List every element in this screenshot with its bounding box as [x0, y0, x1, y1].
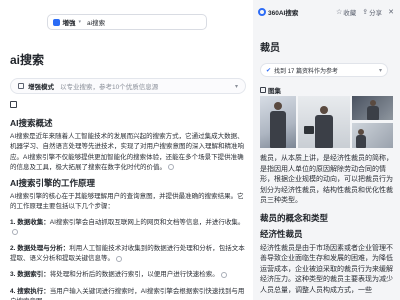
chevron-down-icon[interactable]: ▾: [235, 83, 238, 90]
images-label-text: 图集: [268, 88, 281, 95]
chevron-down-icon[interactable]: ▾: [379, 67, 382, 74]
brand-name: 360AI搜索: [268, 10, 299, 17]
close-button[interactable]: ✕: [388, 8, 395, 16]
search-results-pane: 増強 ▾ ai搜索 ai搜索 增强模式 以专业搜索，参考10个优质信息源 ▾ A…: [0, 0, 253, 300]
list-item: 3. 数据索引：将处理和分析后的数据进行索引，以便用户进行快速检索。: [10, 270, 246, 280]
panel-title: 裁员: [260, 43, 280, 54]
list-item: 4. 搜索执行：当用户输入关键词进行搜索时，AI搜索引擎会根据索引快速找到与用户…: [10, 287, 246, 300]
figure: [270, 111, 286, 148]
steps-list: 1. 数据收集：AI搜索引擎会自动抓取互联网上的网页和文档等信息，并进行收集。 …: [10, 218, 246, 300]
logo-icon: [258, 8, 266, 16]
collect-button[interactable]: ☆ 收藏: [336, 7, 356, 17]
section-heading: 经济性裁员: [260, 229, 303, 239]
reference-icon[interactable]: [12, 229, 18, 236]
step-text: 将处理和分析后的数据进行索引，以便用户进行快速检索。: [49, 271, 219, 279]
page-title: ai搜索: [10, 53, 45, 67]
gallery-image[interactable]: [352, 123, 393, 148]
figure: [356, 135, 366, 148]
list-item: 2. 数据处理与分析：利用人工智能技术对收集到的数据进行处理和分析，包括文本提取…: [10, 244, 246, 264]
gallery-image[interactable]: [352, 96, 393, 120]
mode-description: 以专业搜索，参考10个优质信息源: [60, 84, 159, 91]
search-input[interactable]: 増強 ▾ ai搜索: [46, 14, 207, 30]
mode-icon: [18, 83, 24, 89]
collect-label: 收藏: [343, 10, 357, 17]
mode-selector[interactable]: 增强模式 以专业搜索，参考10个优质信息源 ▾: [10, 78, 246, 94]
intro-paragraph: 裁员，从本质上讲，是经济性裁员的简称，是指因用人单位的原因解除劳动合同的情形，根…: [260, 155, 393, 204]
paragraph-text: AI搜索是近年来随着人工智能技术的发展而兴起的搜索方式，它通过集成大数据、机器学…: [10, 133, 244, 171]
paragraph: AI搜索是近年来随着人工智能技术的发展而兴起的搜索方式，它通过集成大数据、机器学…: [10, 132, 246, 173]
figure: [315, 115, 333, 148]
step-term: 1. 数据收集：: [10, 218, 50, 226]
step-term: 3. 数据索引：: [10, 271, 50, 279]
share-label: 分享: [369, 10, 383, 17]
reference-icon[interactable]: [116, 255, 122, 262]
mode-name: 增强模式: [28, 84, 54, 91]
section-heading: AI搜索概述: [10, 118, 53, 128]
gallery-image[interactable]: [298, 96, 350, 148]
check-icon: ✔: [266, 67, 272, 74]
reference-pages-bar[interactable]: ✔ 找到 17 篇资料作为参考 ▾: [260, 63, 388, 77]
reference-count-text: 找到 17 篇资料作为参考: [274, 68, 339, 75]
figure: [304, 126, 314, 134]
section-heading: AI搜索引擎的工作原理: [10, 178, 96, 189]
figure: [367, 106, 379, 120]
share-icon: ⇪: [362, 9, 369, 16]
paragraph: AI搜索引擎的核心在于其能够理解用户的查询意图，并提供最准确的搜索结果。它的工作…: [10, 193, 244, 211]
reference-icon[interactable]: [220, 271, 227, 278]
close-icon: ✕: [388, 9, 394, 16]
reference-icon[interactable]: [168, 164, 174, 171]
list-item: 1. 数据收集：AI搜索引擎会自动抓取互联网上的网页和文档等信息，并进行收集。: [10, 218, 246, 238]
gallery-image[interactable]: [260, 96, 296, 148]
images-label: 图集: [260, 85, 281, 95]
section-heading: 裁员的概念和类型: [260, 212, 329, 223]
side-panel-header: 360AI搜索 ☆ 收藏 ⇪ 分享 ✕: [253, 0, 400, 24]
figure: [274, 102, 282, 110]
step-term: 2. 数据处理与分析：: [10, 245, 70, 253]
step-term: 4. 搜索执行：: [10, 287, 50, 295]
image-gallery: [260, 96, 393, 148]
image-icon: [260, 87, 266, 93]
top-search-bar: 増強 ▾ ai搜索: [0, 0, 253, 44]
chevron-down-icon[interactable]: ▾: [79, 19, 82, 25]
search-engine-logo-icon: [52, 18, 60, 26]
side-panel: 360AI搜索 ☆ 收藏 ⇪ 分享 ✕ 裁员 ✔ 找到 17 篇资料作为参考 ▾ 图…: [253, 0, 400, 300]
search-mode-dropdown[interactable]: 増強: [63, 17, 76, 27]
step-text: AI搜索引擎会自动抓取互联网上的网页和文档等信息，并进行收集。: [49, 218, 245, 226]
panel-text: 裁员，从本质上讲，是经济性裁员的简称，是指因用人单位的原因解除劳动合同的情形，根…: [260, 154, 396, 296]
answer-icon: [10, 101, 17, 108]
answer-content: AI搜索概述 AI搜索是近年来随着人工智能技术的发展而兴起的搜索方式，它通过集成…: [10, 113, 246, 300]
paragraph: 经济性裁员是由于市场因素或者企业管理不善导致企业面临生存和发展的困难，为降低运营…: [260, 244, 393, 294]
share-button[interactable]: ⇪ 分享: [362, 7, 382, 17]
star-icon: ☆: [335, 9, 343, 16]
search-query-text: ai搜索: [87, 20, 106, 27]
figure: [320, 106, 328, 114]
